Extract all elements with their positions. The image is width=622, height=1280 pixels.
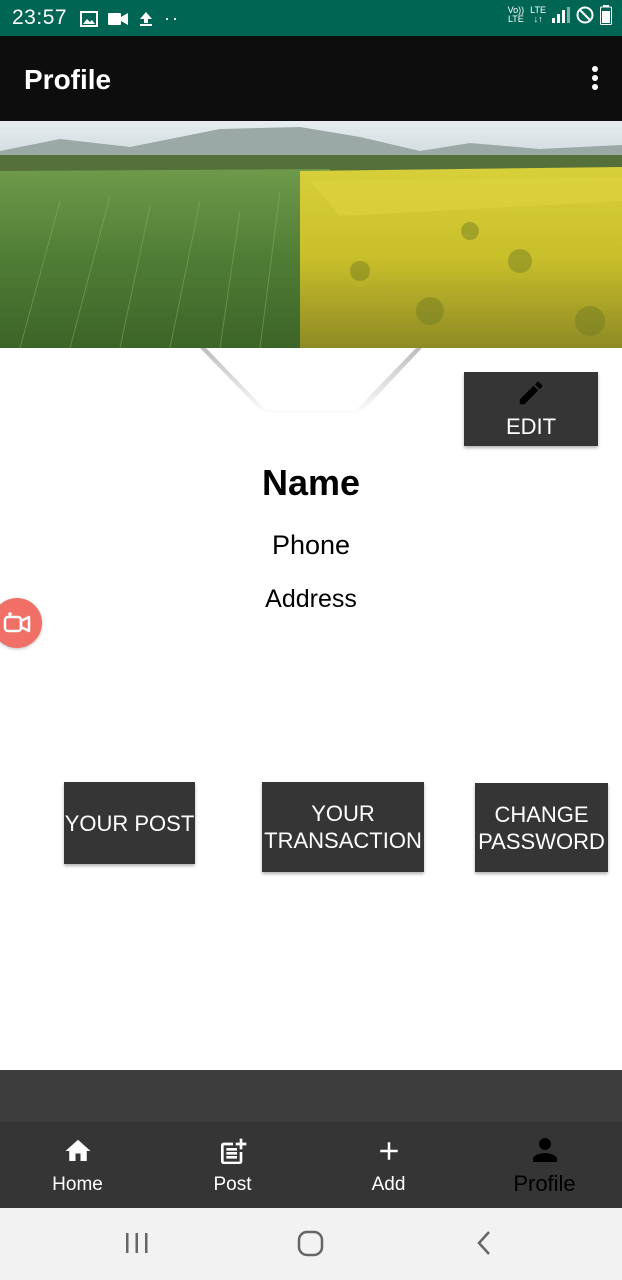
lte-indicator: LTE ↓↑ xyxy=(530,6,546,24)
your-transaction-button[interactable]: YOUR TRANSACTION xyxy=(262,782,424,872)
bottom-navigation: Home Post Add Profile xyxy=(0,1122,622,1208)
change-password-label-line2: PASSWORD xyxy=(478,828,605,854)
your-transaction-label-line2: TRANSACTION xyxy=(264,828,422,853)
edit-profile-button[interactable]: EDIT xyxy=(464,372,598,446)
signal-icon xyxy=(552,7,570,23)
more-vertical-icon[interactable] xyxy=(590,66,600,94)
nav-item-post[interactable]: Post xyxy=(155,1122,310,1208)
profile-name: Name xyxy=(261,462,361,503)
your-post-button[interactable]: YOUR POST xyxy=(64,782,195,864)
change-password-label-line1: CHANGE xyxy=(494,801,589,827)
recent-apps-button[interactable] xyxy=(124,1226,150,1265)
pencil-icon xyxy=(519,381,543,405)
recent-apps-icon xyxy=(126,1233,148,1253)
your-post-label: YOUR POST xyxy=(64,810,195,836)
nav-item-add[interactable]: Add xyxy=(311,1122,466,1208)
nav-label-home: Home xyxy=(52,1174,103,1195)
nav-label-profile: Profile xyxy=(513,1171,576,1196)
home-circle-icon xyxy=(297,1230,324,1257)
back-button[interactable] xyxy=(474,1226,496,1265)
cover-image xyxy=(0,121,622,348)
nav-label-add: Add xyxy=(371,1174,406,1195)
page-title: Profile xyxy=(24,64,112,95)
change-password-button[interactable]: CHANGE PASSWORD xyxy=(475,783,608,872)
edit-label: EDIT xyxy=(505,414,557,439)
video-camera-icon xyxy=(3,612,31,633)
field-landscape-image xyxy=(0,121,622,348)
profile-address: Address xyxy=(265,585,357,613)
system-indicators: Vo)) LTE LTE ↓↑ xyxy=(508,5,612,25)
status-time: 23:57 xyxy=(12,6,68,29)
volte-bottom-text: LTE xyxy=(507,14,524,24)
home-system-button[interactable] xyxy=(296,1226,326,1265)
nav-item-home[interactable]: Home xyxy=(0,1122,155,1208)
image-icon xyxy=(80,10,98,27)
do-not-disturb-icon xyxy=(576,6,594,24)
more-notifications-icon: ·· xyxy=(164,8,180,28)
nav-item-profile[interactable]: Profile xyxy=(467,1122,622,1208)
back-chevron-icon xyxy=(477,1231,490,1255)
lte-bottom-text: ↓↑ xyxy=(533,14,543,24)
system-navigation-bar xyxy=(0,1208,622,1280)
plus-icon xyxy=(379,1142,398,1160)
person-icon xyxy=(532,1138,557,1162)
home-icon xyxy=(65,1139,90,1161)
content-divider xyxy=(0,1070,622,1122)
post-add-icon xyxy=(220,1138,246,1164)
volte-indicator: Vo)) LTE xyxy=(508,6,525,24)
status-bar: 23:57 ·· Vo)) LTE LTE ↓↑ xyxy=(0,0,622,36)
notification-icons: ·· xyxy=(80,8,180,29)
screen-recorder-bubble[interactable] xyxy=(0,598,42,648)
nav-label-post: Post xyxy=(213,1174,252,1195)
app-bar: Profile xyxy=(0,36,622,121)
profile-phone: Phone xyxy=(271,530,351,560)
avatar xyxy=(200,348,422,418)
video-icon xyxy=(108,12,128,25)
battery-icon xyxy=(600,5,612,25)
upload-icon xyxy=(140,11,152,26)
your-transaction-label-line1: YOUR xyxy=(311,801,375,826)
